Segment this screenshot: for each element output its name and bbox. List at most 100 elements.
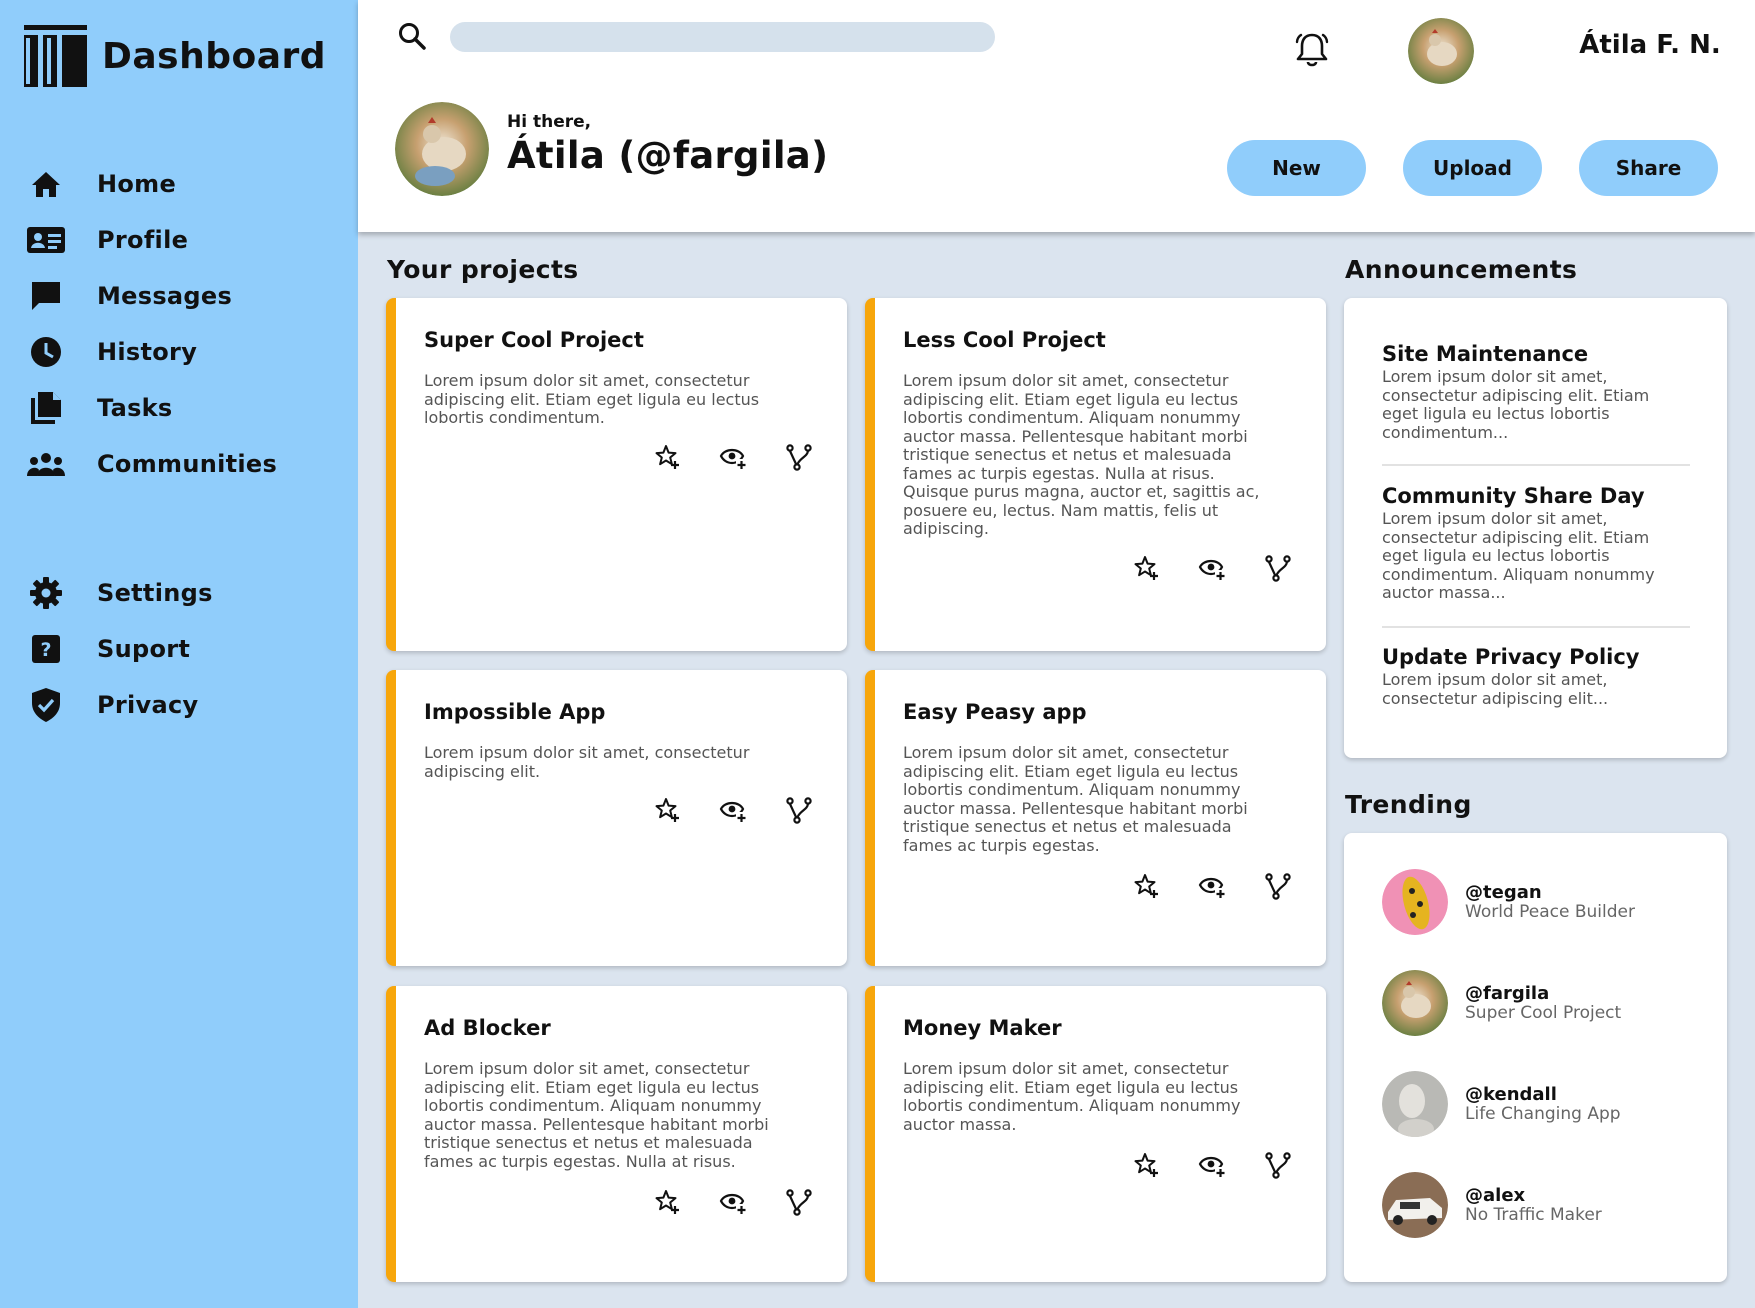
brand[interactable]: Dashboard xyxy=(24,24,326,88)
sidebar-item-label: Messages xyxy=(97,282,233,310)
star-add-icon[interactable] xyxy=(1132,872,1160,900)
watch-eye-icon[interactable] xyxy=(719,1188,747,1216)
sidebar-item-home[interactable]: Home xyxy=(26,156,336,212)
watch-eye-icon[interactable] xyxy=(719,443,747,471)
trending-item[interactable]: @tegan World Peace Builder xyxy=(1382,869,1635,935)
fork-icon[interactable] xyxy=(785,796,813,824)
trending-item[interactable]: @alex No Traffic Maker xyxy=(1382,1172,1602,1238)
project-title[interactable]: Super Cool Project xyxy=(424,328,644,352)
star-add-icon[interactable] xyxy=(1132,1151,1160,1179)
announcement-title: Community Share Day xyxy=(1382,484,1645,508)
clock-icon xyxy=(26,332,66,372)
sidebar-item-label: History xyxy=(97,338,198,366)
id-card-icon xyxy=(26,220,66,260)
project-card[interactable]: Ad Blocker Lorem ipsum dolor sit amet, c… xyxy=(386,986,847,1282)
announcements-title: Announcements xyxy=(1345,255,1578,284)
sidebar-item-communities[interactable]: Communities xyxy=(26,436,336,492)
sidebar-item-tasks[interactable]: Tasks xyxy=(26,380,336,436)
sidebar-item-history[interactable]: History xyxy=(26,324,336,380)
upload-button[interactable]: Upload xyxy=(1403,140,1542,196)
project-description: Lorem ipsum dolor sit amet, consectetur … xyxy=(903,1059,1241,1134)
project-actions xyxy=(653,443,813,471)
documents-icon xyxy=(26,388,66,428)
fork-icon[interactable] xyxy=(785,1188,813,1216)
project-title[interactable]: Impossible App xyxy=(424,700,605,724)
chat-bubble-icon xyxy=(26,276,66,316)
project-card[interactable]: Impossible App Lorem ipsum dolor sit ame… xyxy=(386,670,847,966)
project-title[interactable]: Ad Blocker xyxy=(424,1016,551,1040)
divider xyxy=(1382,464,1690,466)
project-description: Lorem ipsum dolor sit amet, consectetur … xyxy=(424,1059,769,1171)
trending-item[interactable]: @kendall Life Changing App xyxy=(1382,1071,1621,1137)
trending-handle: @tegan xyxy=(1465,881,1542,903)
projects-title: Your projects xyxy=(387,255,579,284)
project-actions xyxy=(653,796,813,824)
share-button[interactable]: Share xyxy=(1579,140,1718,196)
announcement-title: Update Privacy Policy xyxy=(1382,645,1640,669)
sidebar-item-privacy[interactable]: Privacy xyxy=(26,677,336,733)
sidebar-item-settings[interactable]: Settings xyxy=(26,565,336,621)
announcement-item[interactable]: Community Share Day Lorem ipsum dolor si… xyxy=(1382,484,1690,603)
project-description: Lorem ipsum dolor sit amet, consectetur … xyxy=(903,743,1248,855)
divider xyxy=(1382,626,1690,628)
announcement-item[interactable]: Site Maintenance Lorem ipsum dolor sit a… xyxy=(1382,342,1690,442)
sidebar-item-label: Settings xyxy=(97,579,213,607)
trending-title: Trending xyxy=(1345,790,1472,819)
search-icon[interactable] xyxy=(396,20,428,52)
sidebar-item-label: Suport xyxy=(97,635,191,663)
star-add-icon[interactable] xyxy=(653,1188,681,1216)
greeting-text: Hi there, xyxy=(507,112,592,132)
fork-icon[interactable] xyxy=(1264,872,1292,900)
fork-icon[interactable] xyxy=(785,443,813,471)
project-actions xyxy=(1132,872,1292,900)
announcement-title: Site Maintenance xyxy=(1382,342,1589,366)
project-title[interactable]: Easy Peasy app xyxy=(903,700,1087,724)
star-add-icon[interactable] xyxy=(653,796,681,824)
trending-text: @kendall Life Changing App xyxy=(1465,1084,1621,1124)
watch-eye-icon[interactable] xyxy=(1198,1151,1226,1179)
project-description: Lorem ipsum dolor sit amet, consectetur … xyxy=(903,371,1260,538)
trending-text: @tegan World Peace Builder xyxy=(1465,881,1635,922)
trending-project: Super Cool Project xyxy=(1465,1002,1622,1023)
username-label[interactable]: Átila F. N. xyxy=(1550,30,1750,60)
trending-project: World Peace Builder xyxy=(1465,901,1635,922)
sidebar-item-support[interactable]: ? Suport xyxy=(26,621,336,677)
announcement-body: Lorem ipsum dolor sit amet, consectetur … xyxy=(1382,367,1650,442)
trending-handle: @alex xyxy=(1465,1184,1526,1206)
watch-eye-icon[interactable] xyxy=(1198,872,1226,900)
secondary-nav: Settings ? Suport Privacy xyxy=(26,565,336,733)
search-input[interactable] xyxy=(450,22,995,52)
avatar xyxy=(1382,1172,1448,1238)
project-title[interactable]: Less Cool Project xyxy=(903,328,1106,352)
sidebar-item-profile[interactable]: Profile xyxy=(26,212,336,268)
profile-name: Átila (@fargila) xyxy=(507,134,829,177)
announcement-body: Lorem ipsum dolor sit amet, consectetur … xyxy=(1382,509,1655,602)
watch-eye-icon[interactable] xyxy=(719,796,747,824)
star-add-icon[interactable] xyxy=(1132,554,1160,582)
people-group-icon xyxy=(26,444,66,484)
top-header: Átila F. N. Hi there, Átila (@fargila) N… xyxy=(358,0,1755,232)
project-actions xyxy=(653,1188,813,1216)
announcement-item[interactable]: Update Privacy Policy Lorem ipsum dolor … xyxy=(1382,645,1690,708)
project-title[interactable]: Money Maker xyxy=(903,1016,1062,1040)
trending-item[interactable]: @fargila Super Cool Project xyxy=(1382,970,1621,1036)
trending-project: Life Changing App xyxy=(1465,1103,1621,1124)
sidebar-item-label: Privacy xyxy=(97,691,199,719)
star-add-icon[interactable] xyxy=(653,443,681,471)
project-description: Lorem ipsum dolor sit amet, consectetur … xyxy=(424,743,750,781)
avatar xyxy=(1382,869,1448,935)
project-card[interactable]: Less Cool Project Lorem ipsum dolor sit … xyxy=(865,298,1326,651)
fork-icon[interactable] xyxy=(1264,1151,1292,1179)
announcement-body: Lorem ipsum dolor sit amet, consectetur … xyxy=(1382,670,1609,708)
user-avatar[interactable] xyxy=(1408,18,1474,84)
sidebar: Dashboard Home Profile Messages History … xyxy=(0,0,358,1308)
project-card[interactable]: Super Cool Project Lorem ipsum dolor sit… xyxy=(386,298,847,651)
bell-icon[interactable] xyxy=(1292,30,1332,70)
project-description: Lorem ipsum dolor sit amet, consectetur … xyxy=(424,371,760,427)
project-card[interactable]: Easy Peasy app Lorem ipsum dolor sit ame… xyxy=(865,670,1326,966)
fork-icon[interactable] xyxy=(1264,554,1292,582)
sidebar-item-messages[interactable]: Messages xyxy=(26,268,336,324)
new-button[interactable]: New xyxy=(1227,140,1366,196)
project-card[interactable]: Money Maker Lorem ipsum dolor sit amet, … xyxy=(865,986,1326,1282)
watch-eye-icon[interactable] xyxy=(1198,554,1226,582)
